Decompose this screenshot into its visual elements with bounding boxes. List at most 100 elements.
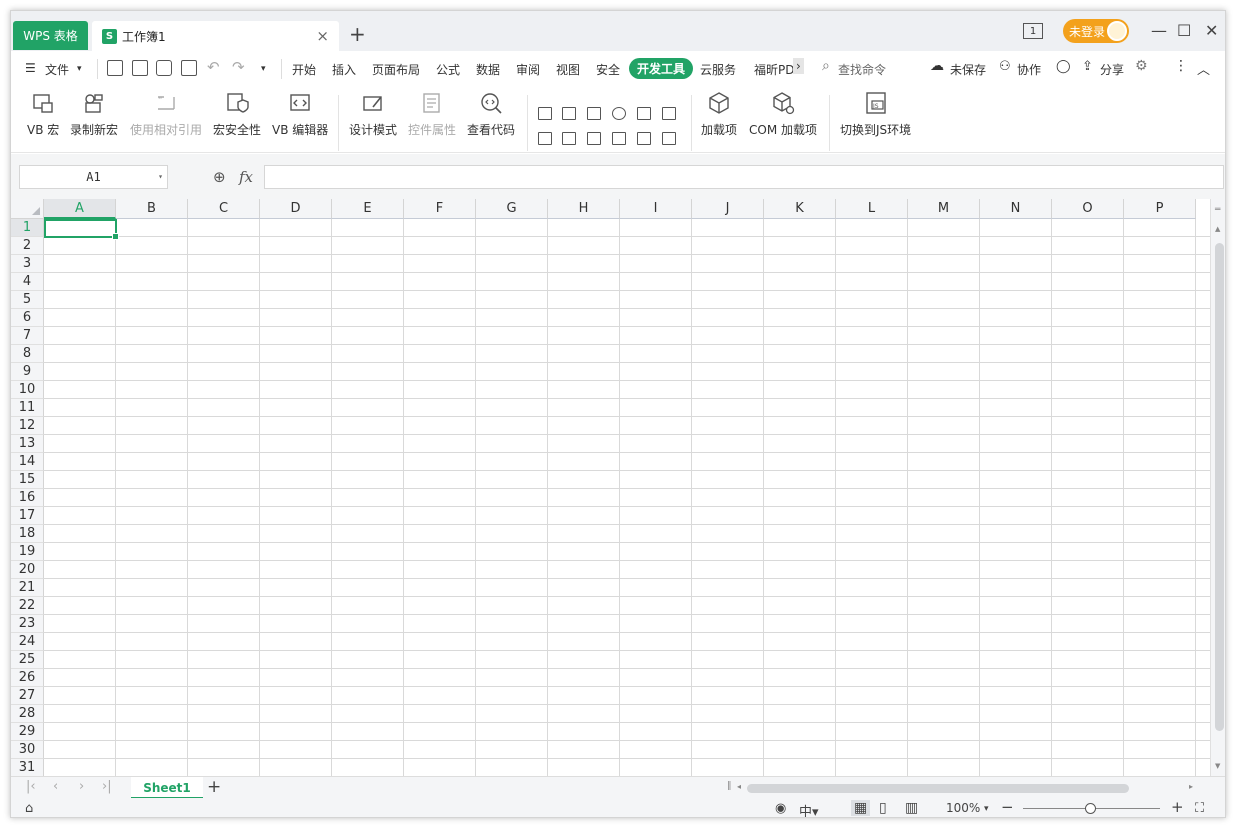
- row-header-16[interactable]: 16: [11, 489, 44, 507]
- horizontal-scrollbar[interactable]: ‖ ◂ ▸: [727, 781, 1203, 795]
- normal-view-icon[interactable]: ▦: [851, 800, 871, 816]
- column-header-f[interactable]: F: [404, 199, 476, 219]
- settings-icon[interactable]: ⚙: [1135, 58, 1148, 74]
- row-header-9[interactable]: 9: [11, 363, 44, 381]
- column-header-g[interactable]: G: [476, 199, 548, 219]
- switch-js-button[interactable]: JS 切换到JS环境: [840, 91, 911, 138]
- row-header-20[interactable]: 20: [11, 561, 44, 579]
- row-header-7[interactable]: 7: [11, 327, 44, 345]
- row-header-6[interactable]: 6: [11, 309, 44, 327]
- row-header-30[interactable]: 30: [11, 741, 44, 759]
- tab-start[interactable]: 开始: [292, 61, 316, 78]
- row-header-23[interactable]: 23: [11, 615, 44, 633]
- row-header-2[interactable]: 2: [11, 237, 44, 255]
- page-count-icon[interactable]: 1: [1023, 23, 1043, 39]
- zoom-in-icon[interactable]: +: [1171, 798, 1184, 816]
- scroll-down-icon[interactable]: ▼: [1215, 762, 1220, 770]
- close-tab-icon[interactable]: ×: [316, 27, 329, 45]
- page-layout-view-icon[interactable]: ▯: [879, 800, 887, 816]
- row-header-4[interactable]: 4: [11, 273, 44, 291]
- next-sheet-icon[interactable]: ›: [79, 779, 84, 794]
- tab-foxit-pdf[interactable]: 福昕PD: [754, 61, 794, 78]
- share-button[interactable]: 分享: [1100, 61, 1124, 78]
- function-icon[interactable]: fx: [239, 168, 253, 186]
- split-handle-icon[interactable]: ‖: [727, 781, 732, 791]
- textbox-control-icon[interactable]: [562, 107, 576, 120]
- column-header-m[interactable]: M: [908, 199, 980, 219]
- collab-button[interactable]: 协作: [1017, 61, 1041, 78]
- fullscreen-icon[interactable]: ⛶: [1195, 801, 1204, 816]
- macro-security-button[interactable]: 宏安全性: [213, 91, 261, 138]
- column-header-o[interactable]: O: [1052, 199, 1124, 219]
- design-mode-button[interactable]: 设计模式: [349, 91, 397, 138]
- command-search[interactable]: 查找命令: [838, 61, 886, 78]
- row-header-11[interactable]: 11: [11, 399, 44, 417]
- row-header-31[interactable]: 31: [11, 759, 44, 776]
- scroll-right-icon[interactable]: ▸: [1189, 782, 1193, 791]
- chevron-down-icon[interactable]: ▾: [984, 804, 989, 814]
- addins-button[interactable]: 加载项: [701, 91, 737, 138]
- com-addins-button[interactable]: COM 加载项: [749, 91, 817, 138]
- maximize-icon[interactable]: ☐: [1177, 21, 1191, 40]
- vb-macro-button[interactable]: VB 宏: [27, 91, 59, 138]
- tab-review[interactable]: 审阅: [516, 61, 540, 78]
- column-header-d[interactable]: D: [260, 199, 332, 219]
- control-properties-button[interactable]: 控件属性: [408, 91, 456, 138]
- file-menu[interactable]: 文件: [45, 61, 69, 78]
- checkbox-control-icon[interactable]: [538, 107, 552, 120]
- first-sheet-icon[interactable]: |‹: [26, 779, 36, 794]
- tab-data[interactable]: 数据: [476, 61, 500, 78]
- row-header-18[interactable]: 18: [11, 525, 44, 543]
- more-icon[interactable]: ⋮: [1174, 58, 1188, 74]
- row-header-17[interactable]: 17: [11, 507, 44, 525]
- unsaved-status[interactable]: 未保存: [950, 61, 986, 78]
- tab-security[interactable]: 安全: [596, 61, 620, 78]
- column-header-h[interactable]: H: [548, 199, 620, 219]
- formula-input[interactable]: [264, 165, 1224, 189]
- active-cell[interactable]: [44, 219, 119, 240]
- row-header-10[interactable]: 10: [11, 381, 44, 399]
- print-preview-icon[interactable]: [181, 60, 197, 76]
- split-handle-icon[interactable]: ═: [1215, 205, 1220, 215]
- row-header-24[interactable]: 24: [11, 633, 44, 651]
- scrollbar-control-icon[interactable]: [587, 132, 601, 145]
- row-header-3[interactable]: 3: [11, 255, 44, 273]
- record-macro-button[interactable]: 录制新宏: [70, 91, 118, 138]
- column-header-e[interactable]: E: [332, 199, 404, 219]
- macro-record-icon[interactable]: ⌂: [25, 801, 33, 816]
- scroll-left-icon[interactable]: ◂: [737, 782, 741, 791]
- vertical-scroll-thumb[interactable]: [1215, 243, 1224, 731]
- redo-icon[interactable]: ↷: [232, 58, 245, 76]
- cell-area[interactable]: [44, 219, 1210, 776]
- relative-reference-button[interactable]: “ 使用相对引用: [130, 91, 202, 138]
- eye-protection-icon[interactable]: ◉: [775, 801, 786, 816]
- horizontal-scroll-thumb[interactable]: [747, 784, 1129, 793]
- image-control-icon[interactable]: [637, 132, 651, 145]
- row-header-22[interactable]: 22: [11, 597, 44, 615]
- scroll-up-icon[interactable]: ▲: [1215, 225, 1220, 233]
- zoom-slider-handle[interactable]: [1085, 803, 1096, 814]
- row-header-21[interactable]: 21: [11, 579, 44, 597]
- new-tab-button[interactable]: +: [349, 24, 366, 44]
- name-box[interactable]: A1 ▾: [19, 165, 168, 189]
- sheet-tab-sheet1[interactable]: Sheet1: [131, 777, 203, 799]
- tab-view[interactable]: 视图: [556, 61, 580, 78]
- tab-cloud-services[interactable]: 云服务: [700, 61, 736, 78]
- column-header-n[interactable]: N: [980, 199, 1052, 219]
- row-header-12[interactable]: 12: [11, 417, 44, 435]
- tab-document[interactable]: S 工作簿1 ×: [92, 21, 339, 51]
- close-window-icon[interactable]: ✕: [1205, 21, 1218, 40]
- button-control-icon[interactable]: [587, 107, 601, 120]
- option-button-control-icon[interactable]: [612, 107, 626, 120]
- vb-editor-button[interactable]: VB 编辑器: [272, 91, 328, 138]
- select-all-corner[interactable]: [11, 199, 44, 219]
- zoom-level[interactable]: 100%: [946, 801, 980, 815]
- tab-developer[interactable]: 开发工具: [629, 58, 694, 79]
- row-header-19[interactable]: 19: [11, 543, 44, 561]
- column-header-p[interactable]: P: [1124, 199, 1196, 219]
- combobox-control-icon[interactable]: [662, 107, 676, 120]
- row-header-25[interactable]: 25: [11, 651, 44, 669]
- listbox-control-icon[interactable]: [637, 107, 651, 120]
- column-header-a[interactable]: A: [44, 199, 116, 219]
- spin-control-icon[interactable]: [562, 132, 576, 145]
